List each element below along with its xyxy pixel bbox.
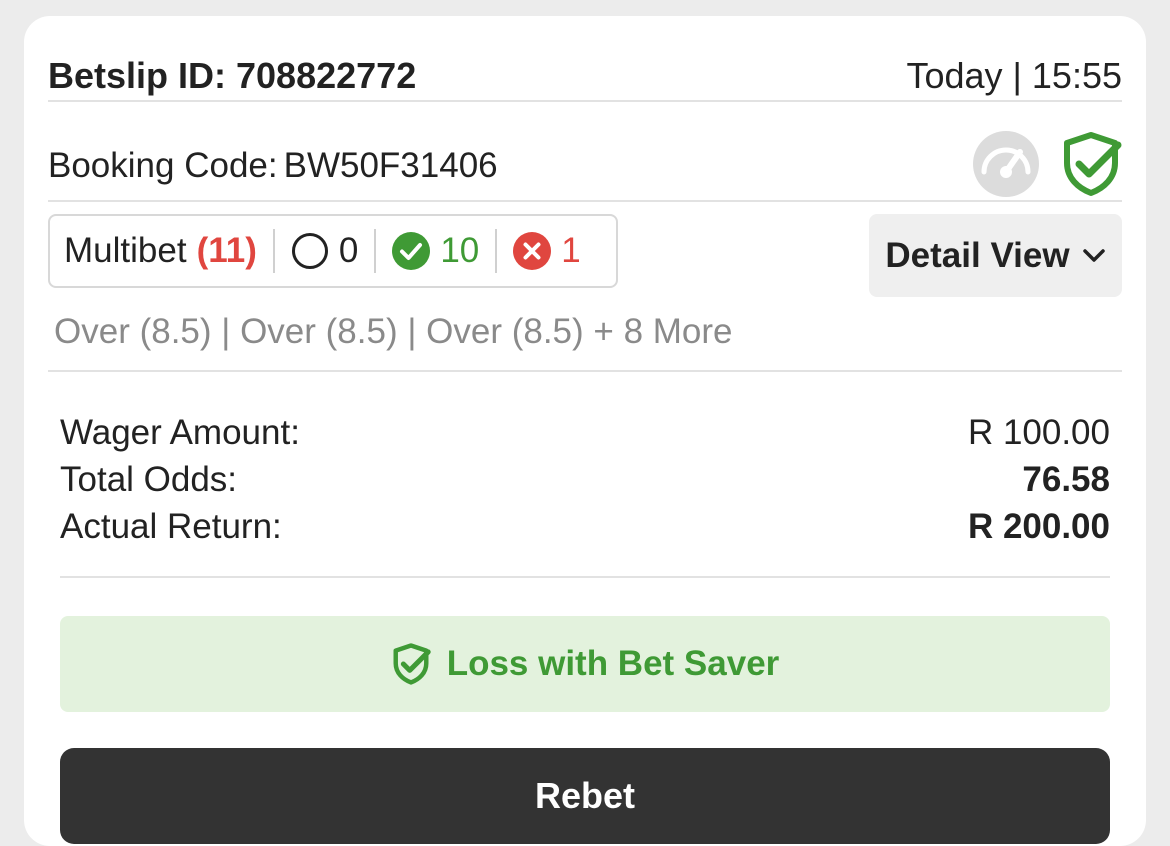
status-icons <box>972 130 1122 203</box>
check-circle-icon <box>392 232 431 270</box>
multibet-label: Multibet <box>64 231 187 270</box>
wager-summary: Wager Amount: R 100.00 Total Odds: 76.58… <box>60 409 1110 550</box>
speedometer-icon[interactable] <box>972 130 1040 203</box>
pending-stat: 0 <box>291 231 358 271</box>
cross-circle-icon <box>513 232 552 270</box>
wager-amount-value: R 100.00 <box>967 413 1110 452</box>
shield-check-icon <box>393 643 431 685</box>
total-odds-row: Total Odds: 76.58 <box>60 456 1110 503</box>
booking-code-value: BW50F31406 <box>283 146 498 185</box>
summary-divider <box>60 576 1110 578</box>
separator <box>272 229 275 273</box>
wager-amount-row: Wager Amount: R 100.00 <box>60 409 1110 456</box>
shield-check-icon[interactable] <box>1060 131 1122 202</box>
rebet-label: Rebet <box>534 775 636 816</box>
actual-return-label: Actual Return: <box>60 507 282 546</box>
booking-divider <box>48 200 1122 202</box>
betslip-header: Betslip ID: 708822772 Today | 15:55 <box>48 52 1122 100</box>
detail-view-button[interactable]: Detail View <box>869 214 1122 297</box>
selections-divider <box>48 370 1122 372</box>
chevron-down-icon <box>1082 248 1105 262</box>
pending-circle-icon <box>291 233 328 269</box>
booking-code-label: Booking Code: <box>48 146 278 185</box>
total-odds-label: Total Odds: <box>60 460 238 499</box>
separator <box>495 229 498 273</box>
booking-row: Booking Code: BW50F31406 <box>48 126 1122 206</box>
actual-return-value: R 200.00 <box>967 507 1110 546</box>
result-banner: Loss with Bet Saver <box>60 616 1110 712</box>
result-label: Loss with Bet Saver <box>446 644 780 683</box>
betslip-id: Betslip ID: 708822772 <box>48 55 416 97</box>
booking-code: Booking Code: BW50F31406 <box>48 146 498 186</box>
detail-view-label: Detail View <box>885 235 1070 275</box>
betslip-id-value: 708822772 <box>236 55 417 96</box>
total-odds-value: 76.58 <box>1022 460 1110 499</box>
header-divider <box>48 100 1122 102</box>
lost-stat: 1 <box>513 231 581 271</box>
selections-summary[interactable]: Over (8.5) | Over (8.5) | Over (8.5) + 8… <box>54 312 733 352</box>
rebet-button[interactable]: Rebet <box>60 748 1110 844</box>
pending-count: 0 <box>338 231 359 270</box>
betslip-datetime: Today | 15:55 <box>906 55 1122 96</box>
betslip-card: Betslip ID: 708822772 Today | 15:55 Booki… <box>24 16 1146 846</box>
actual-return-row: Actual Return: R 200.00 <box>60 503 1110 550</box>
wager-amount-label: Wager Amount: <box>60 413 300 452</box>
lost-count: 1 <box>561 231 581 270</box>
won-count: 10 <box>440 231 480 270</box>
won-stat: 10 <box>392 231 479 271</box>
betslip-id-label: Betslip ID: <box>48 55 227 96</box>
separator <box>374 229 377 273</box>
multibet-summary: Multibet (11) 0 10 1 <box>48 214 618 288</box>
multibet-count: (11) <box>196 231 257 270</box>
